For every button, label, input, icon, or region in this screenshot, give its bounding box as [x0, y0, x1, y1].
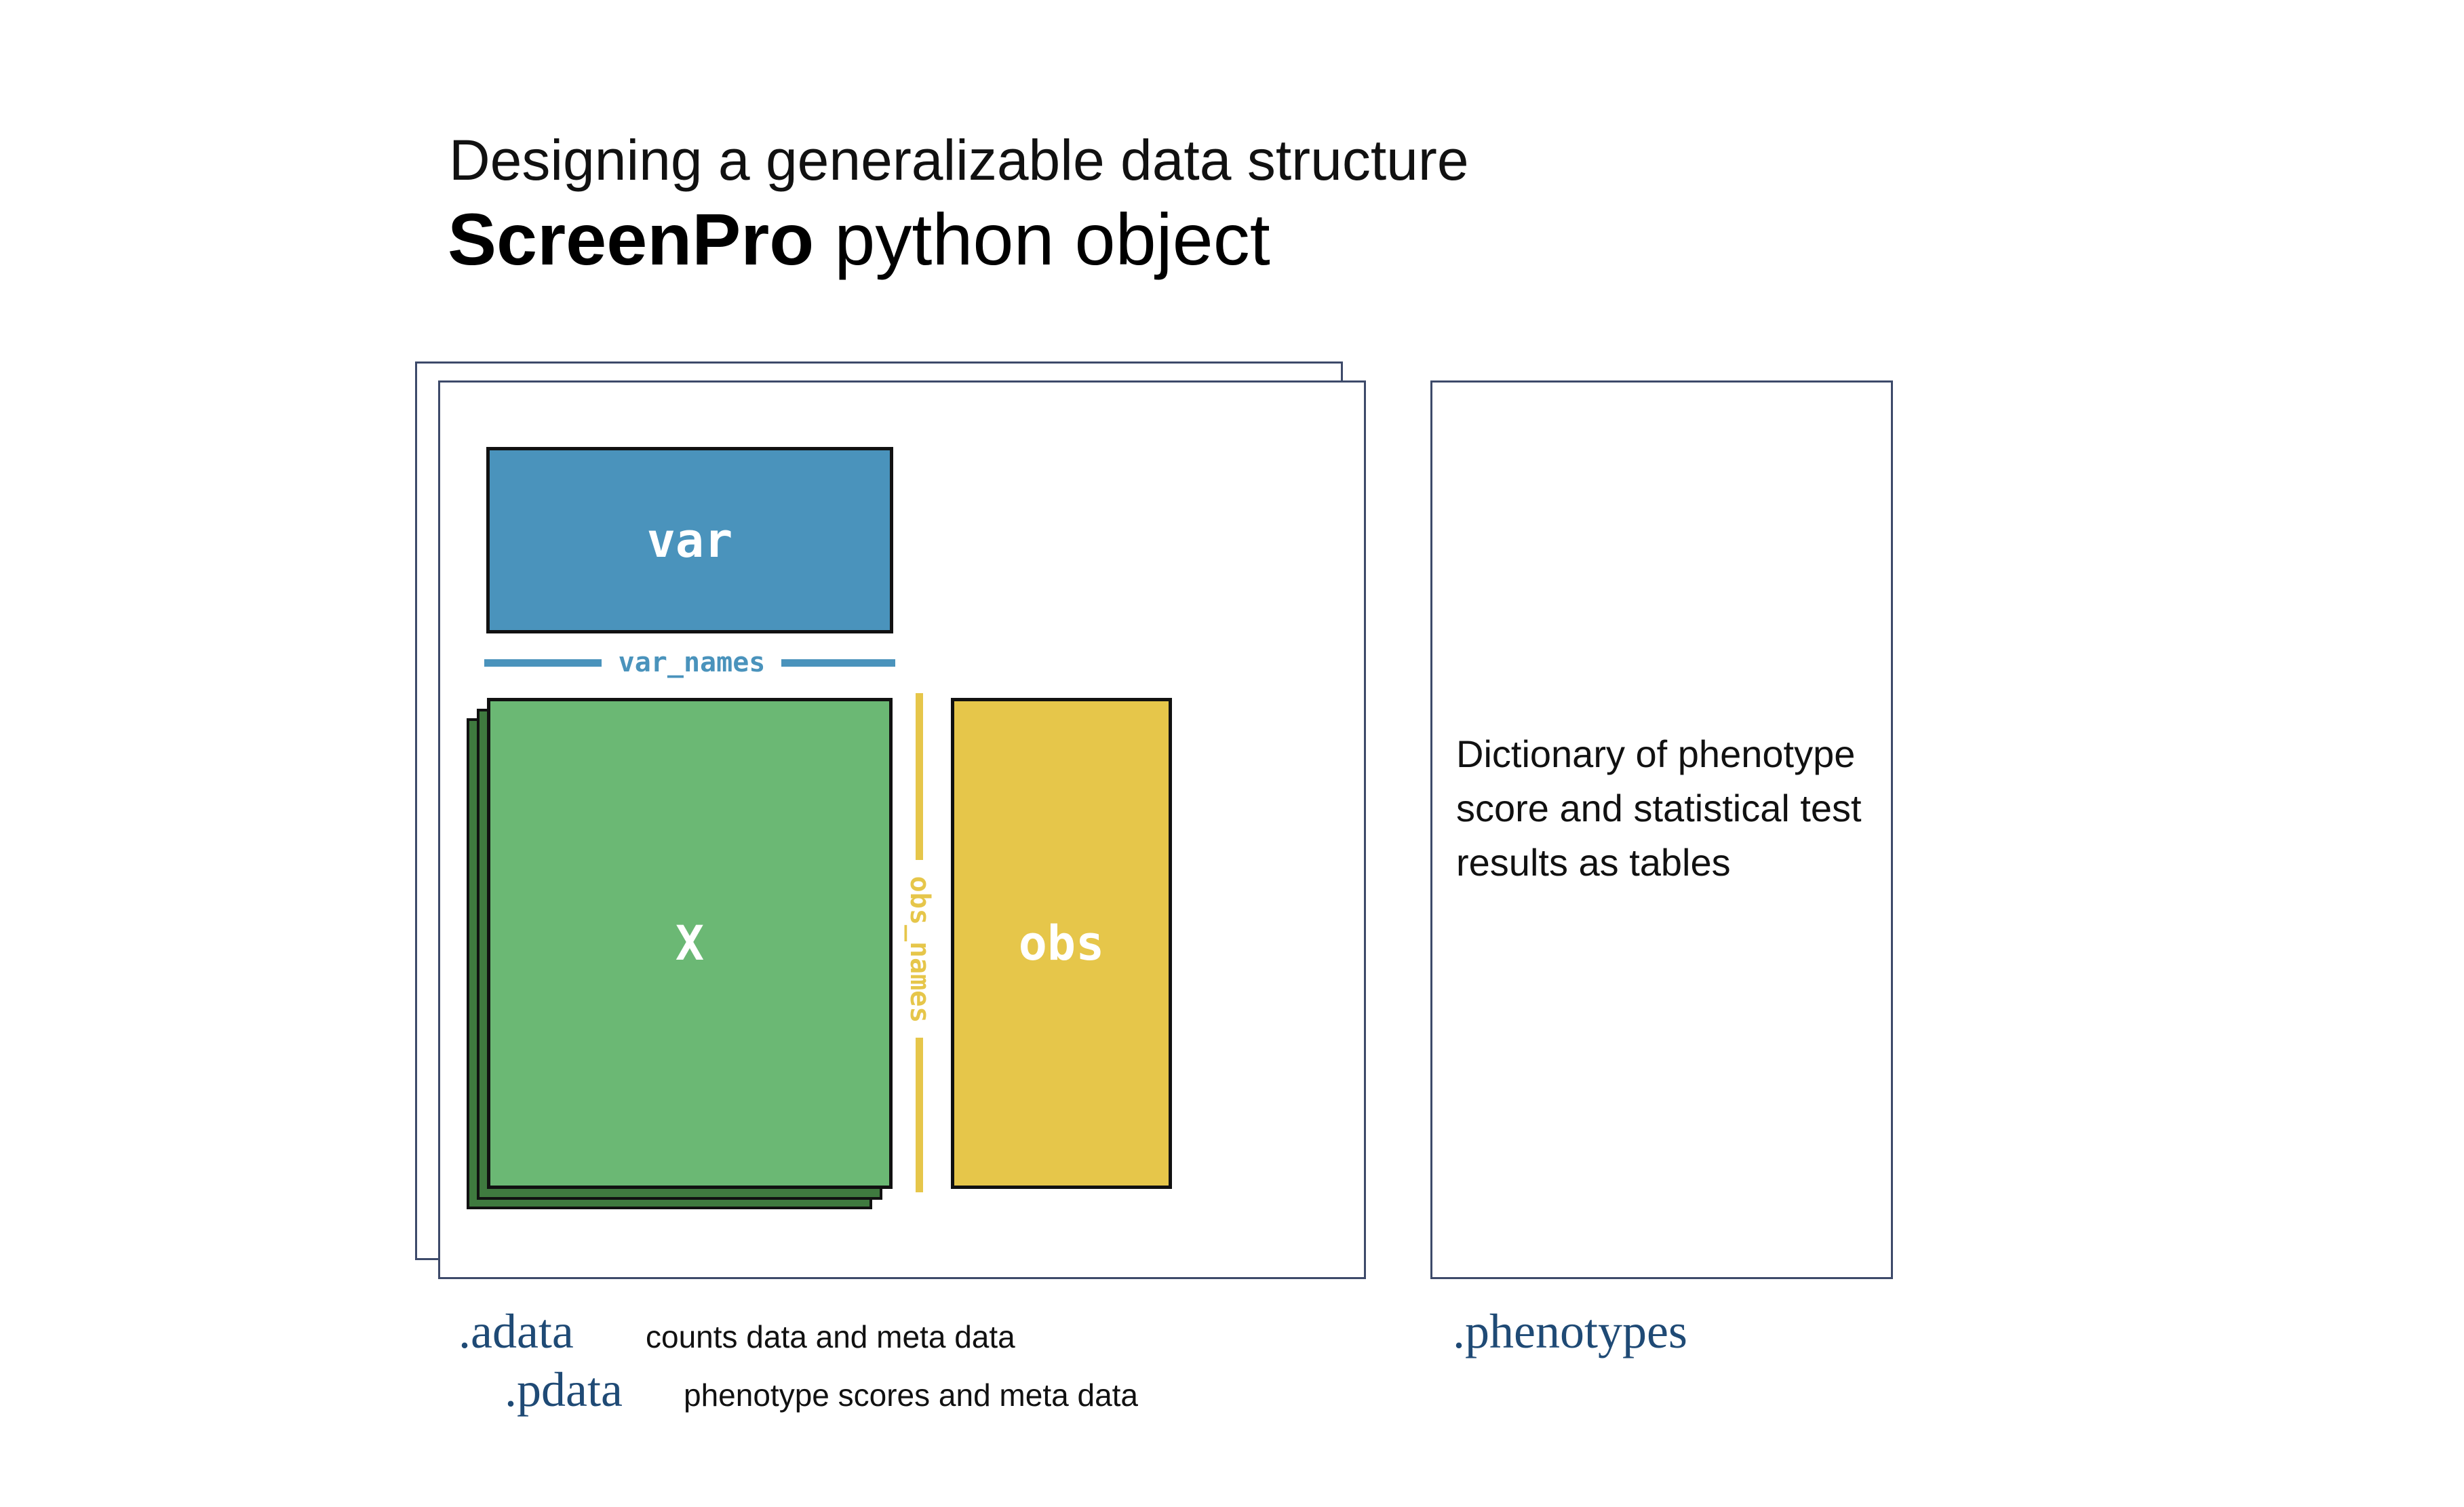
x-label: X [675, 916, 705, 971]
var-names-label: var_names [618, 647, 766, 678]
obs-names-line-bottom [916, 1038, 923, 1192]
diagram-title-line1: Designing a generalizable data structure [449, 128, 1469, 192]
phenotypes-attribute: .phenotypes [1453, 1304, 1687, 1358]
pdata-attribute: .pdata [505, 1363, 623, 1417]
obs-label: obs [1018, 916, 1105, 971]
var-names-line-left [484, 659, 602, 667]
phenotypes-description: Dictionary of phenotype score and statis… [1456, 732, 1862, 884]
var-label: var [646, 512, 733, 568]
var-block: var [486, 447, 893, 633]
pdata-description: phenotype scores and meta data [684, 1377, 1139, 1413]
diagram-title-line2: ScreenPro python object [448, 197, 1270, 281]
x-block: X [487, 698, 893, 1189]
obs-block: obs [951, 698, 1172, 1189]
obs-names-line-top [916, 693, 923, 860]
title-python-object: python object [814, 198, 1270, 280]
adata-attribute: .adata [458, 1304, 574, 1358]
obs-names-label: obs_names [904, 876, 935, 1023]
var-names-line-right [781, 659, 895, 667]
adata-description: counts data and meta data [646, 1319, 1015, 1354]
title-screenpro: ScreenPro [448, 198, 815, 280]
